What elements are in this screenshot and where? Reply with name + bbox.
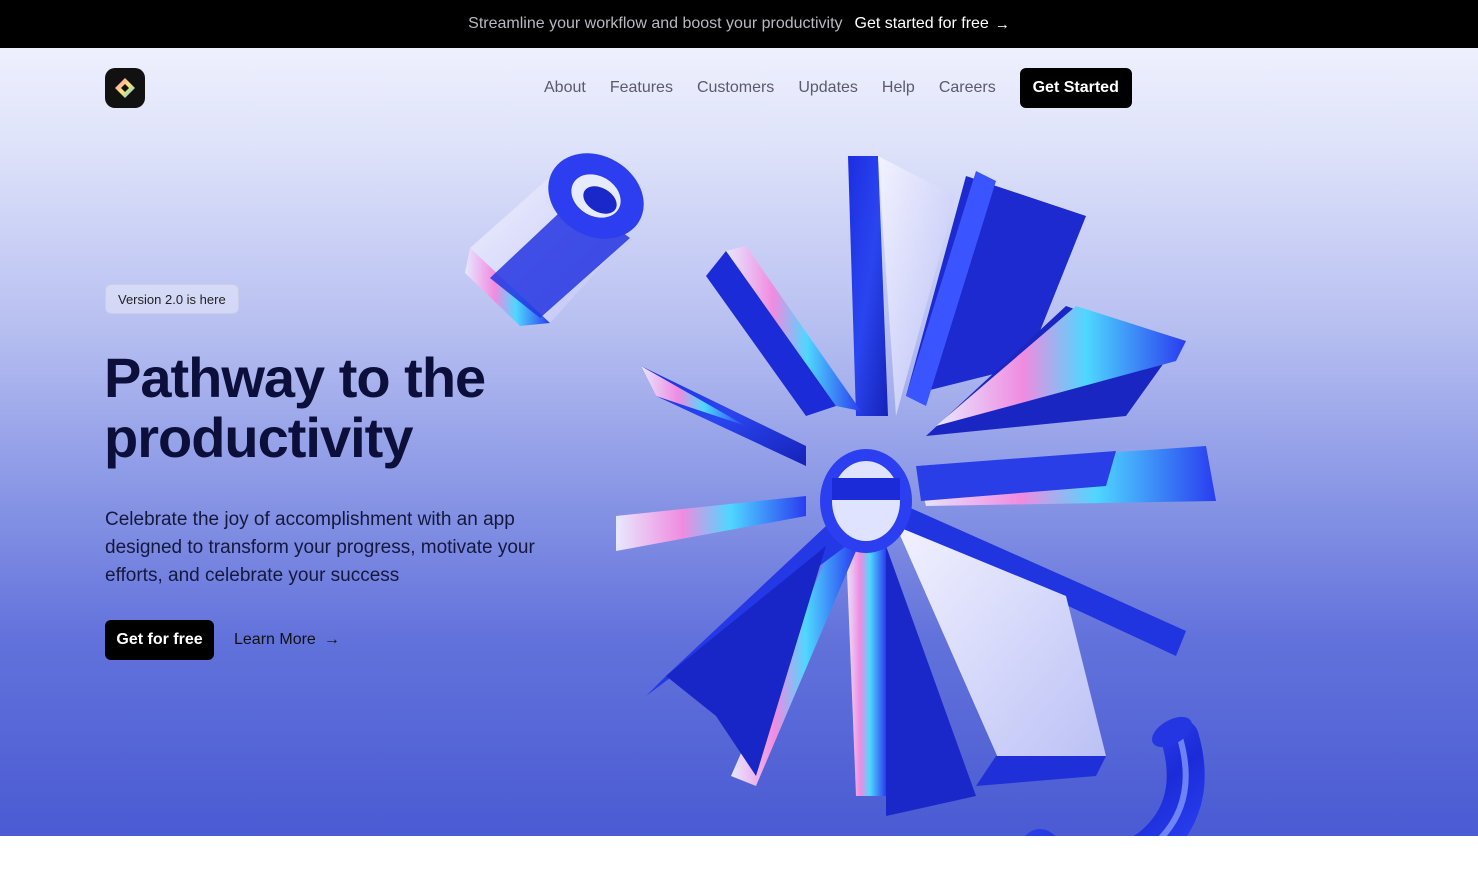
arrow-right-icon: →: [994, 15, 1010, 33]
hero-title: Pathway to the productivity: [104, 348, 564, 468]
hero-title-line1: Pathway to the: [104, 346, 486, 409]
nav-item-updates[interactable]: Updates: [798, 79, 858, 97]
nav-item-careers[interactable]: Careers: [939, 79, 996, 97]
nav-item-features[interactable]: Features: [610, 79, 673, 97]
nav-item-customers[interactable]: Customers: [697, 79, 774, 97]
nav-item-about[interactable]: About: [544, 79, 586, 97]
hero-section: About Features Customers Updates Help Ca…: [0, 48, 1478, 836]
get-started-button[interactable]: Get Started: [1019, 68, 1132, 108]
announcement-link[interactable]: Get started for free →: [855, 15, 1010, 33]
diamond-logo-icon: [115, 78, 135, 98]
get-for-free-button[interactable]: Get for free: [105, 620, 214, 660]
brand-logo[interactable]: [105, 68, 145, 108]
nav-item-help[interactable]: Help: [882, 79, 915, 97]
version-badge: Version 2.0 is here: [105, 284, 239, 314]
learn-more-link[interactable]: Learn More →: [234, 620, 340, 660]
announcement-bar: Streamline your workflow and boost your …: [0, 0, 1478, 48]
arrow-right-icon: →: [323, 631, 340, 648]
hero-title-line2: productivity: [104, 406, 413, 469]
below-fold-section: [0, 836, 1478, 883]
starburst-shape: [616, 156, 1216, 816]
main-nav: About Features Customers Updates Help Ca…: [544, 68, 1132, 108]
announcement-link-label: Get started for free: [854, 15, 989, 32]
hero-description: Celebrate the joy of accomplishment with…: [105, 509, 535, 586]
cylinder-shape: [465, 153, 644, 326]
learn-more-label: Learn More: [234, 631, 316, 648]
announcement-text: Streamline your workflow and boost your …: [468, 15, 843, 32]
